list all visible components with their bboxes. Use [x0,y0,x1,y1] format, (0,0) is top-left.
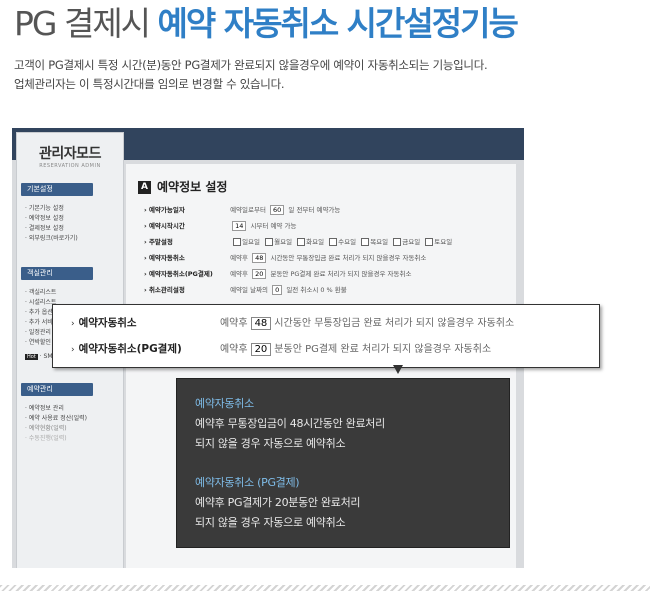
setting-text: 시간동안 무통장입금 완료 처리가 되지 않을경우 자동취소 [270,254,427,262]
title-highlight: 예약 자동취소 시간설정기능 [157,4,519,43]
callout-row-pg-auto-cancel: › 예약자동취소(PG결제) 예약후 20 분동안 PG결제 완료 처리가 되지 않을… [71,340,491,356]
description-line-1: 고객이 PG결제시 특정 시간(분)동안 PG결제가 완료되지 않을경우에 예약… [14,58,488,72]
tooltip-heading: 예약자동취소 (PG결제) [195,476,300,489]
sidebar-item[interactable]: · 추가 서비 [25,319,53,327]
callout-hours-input[interactable]: 48 [250,317,272,330]
sidebar-item[interactable]: · 외부링크(바로가기) [25,235,78,243]
checkbox[interactable] [361,238,370,246]
callout-text: 시간동안 무통장입금 완료 처리가 되지 않을경우 자동취소 [274,318,515,329]
tooltip-line: 예약후 PG결제가 20분동안 완료처리 [195,496,361,509]
sidebar-head-rooms[interactable]: 객실관리 [21,267,93,280]
section-badge: A [138,181,151,194]
setting-text: 예약일로부터 [230,206,266,214]
section-title-text: 예약정보 설정 [157,180,228,194]
sidebar-item[interactable]: · 추가 옵션 [25,309,53,317]
hours-input[interactable]: 48 [252,253,267,263]
day-label: 화요일 [306,238,325,246]
chevron-right-icon: › [71,345,75,355]
setting-text: 일 전부터 예약가능 [288,206,341,214]
setting-label: › 예약가능일자 [144,206,185,214]
cancel-days-input[interactable]: 0 [272,285,283,295]
day-label: 금요일 [402,238,421,246]
section-title: A 예약정보 설정 [138,178,227,195]
checkbox[interactable] [393,238,402,246]
sidebar-item[interactable]: · 결제정보 설정 [25,225,64,233]
callout-pointer [393,365,403,374]
setting-text: 분동안 PG결제 완료 처리가 되지 않을경우 자동취소 [270,270,412,278]
setting-text: 예약일 날짜의 [230,286,269,294]
setting-label: › 예약자동취소 [144,254,185,262]
checkbox[interactable] [265,238,274,246]
tooltip-line: 되지 않을 경우 자동으로 예약취소 [195,516,346,529]
description-line-2: 업체관리자는 이 특정시간대를 임의로 변경할 수 있습니다. [14,77,285,91]
divider [0,585,650,591]
callout-label: 예약자동취소(PG결제) [78,343,182,355]
sidebar-head-basic[interactable]: 기본설정 [21,183,93,196]
setting-label: › 예약자동취소(PG결제) [144,270,213,278]
sidebar-head-reservations[interactable]: 예약관리 [21,383,93,396]
sidebar-item[interactable]: · 일정관리 [25,329,51,337]
hour-input[interactable]: 14 [232,221,247,231]
description: 고객이 PG결제시 특정 시간(분)동안 PG결제가 완료되지 않을경우에 예약… [14,56,488,94]
sidebar-item-label: · SM [39,353,53,360]
day-label: 월요일 [274,238,293,246]
day-label: 수요일 [338,238,357,246]
sidebar-item[interactable]: · 객실리스트 [25,289,56,297]
day-label: 목요일 [370,238,389,246]
setting-row: › 예약자동취소(PG결제) 예약후 20 분동안 PG결제 완료 처리가 되지… [144,268,411,282]
explanation-tooltip: 예약자동취소 예약후 무통장입금이 48시간동안 완료처리 되지 않을 경우 자… [176,378,510,548]
sidebar-item[interactable]: · 기본기능 설정 [25,205,64,213]
days-input[interactable]: 60 [270,205,285,215]
sidebar-item[interactable]: · 예약 사용료 정산(일력) [25,415,87,423]
setting-row: › 예약시작시간 14 시부터 예약 가능 [144,220,296,234]
admin-logo-title: 관리자모드 [39,146,101,162]
setting-label: › 주말설정 [144,238,173,246]
setting-text: 시부터 예약 가능 [250,222,297,230]
title-prefix: PG 결제시 [14,4,151,43]
callout-row-auto-cancel: › 예약자동취소 예약후 48 시간동안 무통장입금 완료 처리가 되지 않을경우 자… [71,314,514,330]
setting-label: › 취소관리설정 [144,286,185,294]
sidebar-item[interactable]: · 수동진행(일력) [25,435,67,443]
checkbox[interactable] [233,238,242,246]
callout-minutes-input[interactable]: 20 [250,343,272,356]
callout-text: 예약후 [219,318,248,329]
admin-logo-subtitle: RESERVATION ADMIN [39,163,101,169]
chevron-right-icon: › [71,319,75,329]
setting-row: › 예약가능일자 예약일로부터 60 일 전부터 예약가능 [144,204,340,218]
admin-logo: 관리자모드 RESERVATION ADMIN [17,143,123,169]
tooltip-heading: 예약자동취소 [195,397,254,410]
setting-text: 예약후 [230,270,249,278]
day-label: 토요일 [434,238,453,246]
sidebar-item[interactable]: · 예약현황(일력) [25,425,67,433]
zoom-callout: › 예약자동취소 예약후 48 시간동안 무통장입금 완료 처리가 되지 않을경우 자… [52,304,600,368]
hot-badge: Hot [25,354,38,360]
setting-row: › 주말설정 일요일 월요일 화요일 수요일 목요일 금요일 토요일 [144,236,452,250]
page-title: PG 결제시 예약 자동취소 시간설정기능 [14,4,519,44]
tooltip-line: 예약후 무통장입금이 48시간동안 완료처리 [195,417,385,430]
setting-row: › 예약자동취소 예약후 48 시간동안 무통장입금 완료 처리가 되지 않을경… [144,252,426,266]
sidebar-item[interactable]: · 연박할인 [25,339,51,347]
callout-text: 분동안 PG결제 완료 처리가 되지 않을경우 자동취소 [274,344,492,355]
checkbox[interactable] [329,238,338,246]
setting-row: › 취소관리설정 예약일 날짜의 0 일전 취소시 0 % 환불 [144,284,347,298]
sidebar-item[interactable]: · 예약정보 관리 [25,405,64,413]
callout-label: 예약자동취소 [78,317,137,329]
callout-text: 예약후 [219,344,248,355]
setting-text: 예약후 [230,254,249,262]
setting-label: › 예약시작시간 [144,222,185,230]
tooltip-line: 되지 않을 경우 자동으로 예약취소 [195,437,346,450]
day-label: 일요일 [242,238,261,246]
minutes-input[interactable]: 20 [252,269,267,279]
checkbox[interactable] [425,238,434,246]
sidebar-item[interactable]: · 예약정보 설정 [25,215,64,223]
sidebar-item[interactable]: Hot · SM [25,353,53,361]
setting-text: 일전 취소시 0 % 환불 [286,286,347,294]
checkbox[interactable] [297,238,306,246]
